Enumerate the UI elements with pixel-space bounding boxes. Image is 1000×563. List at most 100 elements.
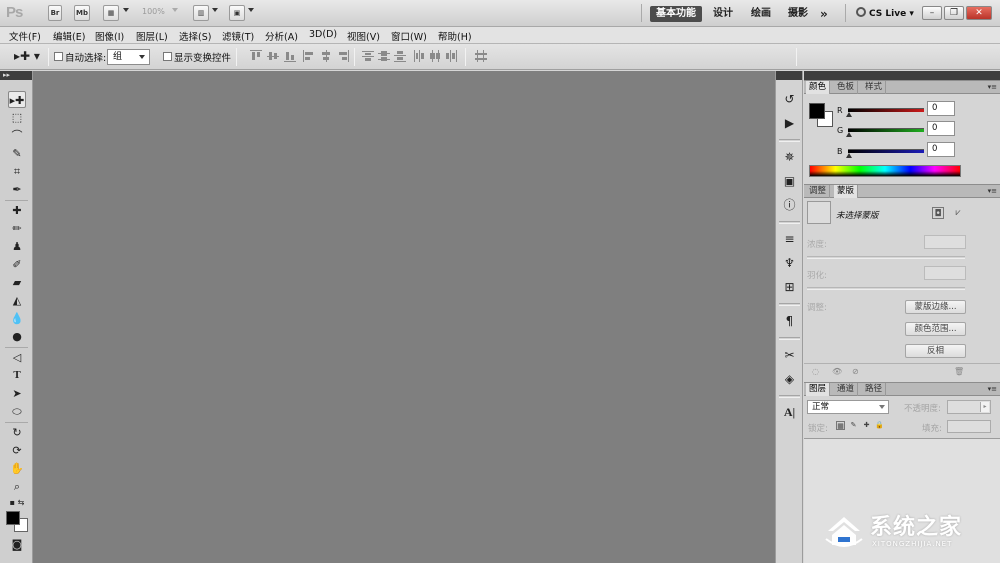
chevron-down-icon[interactable] [123, 8, 129, 12]
actions-panel-icon[interactable]: ▶ [781, 115, 798, 132]
menu-help[interactable]: 帮助(H) [438, 29, 472, 43]
blend-mode-dropdown[interactable]: 正常 [807, 400, 889, 414]
brush-presets-panel-icon[interactable]: ≡ [781, 231, 798, 248]
auto-select-checkbox[interactable] [54, 52, 63, 61]
workspace-photography[interactable]: 摄影 [788, 6, 808, 22]
color-range-button[interactable]: 颜色范围... [905, 322, 966, 336]
zoom-level[interactable]: 100% [142, 7, 165, 16]
workspace-painting[interactable]: 绘画 [751, 6, 771, 22]
lock-all-icon[interactable]: 🔒 [875, 421, 884, 430]
green-slider[interactable] [848, 128, 924, 132]
minibridge-button[interactable]: Mb [74, 5, 90, 21]
menu-file[interactable]: 文件(F) [9, 29, 41, 43]
tools-panel-icon[interactable]: ✂ [781, 347, 798, 364]
3d-orbit-tool-icon[interactable]: ⟳ [8, 442, 26, 459]
document-canvas-area[interactable] [33, 71, 775, 563]
tab-masks[interactable]: 蒙版 [834, 185, 859, 198]
workspace-essentials[interactable]: 基本功能 [650, 6, 702, 22]
apply-mask-icon[interactable]: 👁 [832, 367, 842, 376]
show-transform-checkbox[interactable] [163, 52, 172, 61]
distribute-horizontal-center-icon[interactable] [429, 50, 441, 62]
move-tool-icon[interactable]: ▸✚ [8, 91, 26, 108]
foreground-color-swatch[interactable] [809, 103, 825, 119]
chevron-down-icon[interactable] [212, 8, 218, 12]
mask-edge-button[interactable]: 蒙版边缘... [905, 300, 966, 314]
tab-paths[interactable]: 路径 [862, 383, 887, 396]
3d-panel-icon[interactable]: ✵ [781, 149, 798, 166]
swap-colors-icon[interactable]: ▪ ⇆ [8, 494, 26, 511]
tab-styles[interactable]: 样式 [862, 81, 887, 94]
move-tool-preset-icon[interactable]: ▸✚ ▾ [14, 49, 40, 63]
menu-window[interactable]: 窗口(W) [391, 29, 427, 43]
align-right-icon[interactable] [337, 50, 349, 62]
paragraph-panel-icon[interactable]: ¶ [781, 313, 798, 330]
eyedropper-tool-icon[interactable]: ✒ [8, 181, 26, 198]
tab-swatches[interactable]: 色板 [834, 81, 859, 94]
layer-comps-panel-icon[interactable]: ◈ [781, 371, 798, 388]
marquee-tool-icon[interactable]: ⬚ [8, 109, 26, 126]
zoom-tool-icon[interactable]: ⌕ [8, 478, 26, 495]
view-extras-button[interactable]: ▦ [103, 5, 119, 21]
distribute-left-icon[interactable] [413, 50, 425, 62]
quick-mask-icon[interactable]: ◙ [8, 536, 26, 553]
auto-align-layers-icon[interactable] [475, 50, 487, 62]
vector-mask-icon[interactable]: ⩗ [952, 207, 964, 219]
navigator-panel-icon[interactable]: ▣ [781, 173, 798, 190]
panel-menu-icon[interactable]: ▾≡ [988, 187, 997, 195]
menu-analysis[interactable]: 分析(A) [265, 29, 298, 43]
tab-channels[interactable]: 通道 [834, 383, 859, 396]
trash-icon[interactable]: 🗑 [954, 367, 964, 376]
distribute-top-icon[interactable] [362, 50, 374, 62]
align-bottom-icon[interactable] [284, 50, 296, 62]
quick-selection-tool-icon[interactable]: ✎ [8, 145, 26, 162]
slider-thumb[interactable] [846, 112, 852, 117]
clone-stamp-tool-icon[interactable]: ♟ [8, 238, 26, 255]
tab-adjustments[interactable]: 调整 [806, 185, 831, 198]
align-horizontal-center-icon[interactable] [320, 50, 332, 62]
slider-thumb[interactable] [846, 132, 852, 137]
foreground-color-swatch[interactable] [6, 511, 20, 525]
distribute-vertical-center-icon[interactable] [378, 50, 390, 62]
invert-button[interactable]: 反相 [905, 344, 966, 358]
workspace-design[interactable]: 设计 [713, 6, 733, 22]
arrange-documents-button[interactable]: ▥ [193, 5, 209, 21]
disable-mask-icon[interactable]: ⊘ [852, 367, 859, 376]
path-selection-tool-icon[interactable]: ➤ [8, 385, 26, 402]
chevron-down-icon[interactable] [172, 8, 178, 12]
bridge-button[interactable]: Br [48, 5, 62, 21]
history-brush-tool-icon[interactable]: ✐ [8, 256, 26, 273]
distribute-bottom-icon[interactable] [394, 50, 406, 62]
lock-position-icon[interactable]: ✚ [862, 421, 871, 430]
lock-pixels-icon[interactable]: ✎ [849, 421, 858, 430]
eraser-tool-icon[interactable]: ▰ [8, 274, 26, 291]
cs-live-button[interactable]: CS Live ▾ [856, 6, 914, 22]
panel-menu-icon[interactable]: ▾≡ [988, 385, 997, 393]
type-tool-icon[interactable]: T [8, 367, 26, 384]
brush-tool-icon[interactable]: ✏ [8, 220, 26, 237]
slider-thumb[interactable] [846, 153, 852, 158]
blue-value-field[interactable]: 0 [927, 142, 955, 157]
color-spectrum-ramp[interactable] [809, 165, 961, 177]
pixel-mask-icon[interactable]: ◘ [932, 207, 944, 219]
menu-edit[interactable]: 编辑(E) [53, 29, 85, 43]
tool-presets-panel-icon[interactable]: ⊞ [781, 279, 798, 296]
shape-tool-icon[interactable]: ⬭ [8, 403, 26, 420]
dodge-tool-icon[interactable]: ● [8, 328, 26, 345]
clone-source-panel-icon[interactable]: ♆ [781, 255, 798, 272]
healing-brush-tool-icon[interactable]: ✚ [8, 202, 26, 219]
tab-layers[interactable]: 图层 [806, 383, 831, 396]
close-button[interactable]: ✕ [966, 6, 992, 20]
panel-collapse-handle[interactable] [804, 71, 1000, 80]
info-panel-icon[interactable]: ⓘ [781, 197, 798, 214]
blue-slider[interactable] [848, 149, 924, 153]
distribute-right-icon[interactable] [445, 50, 457, 62]
green-value-field[interactable]: 0 [927, 121, 955, 136]
menu-filter[interactable]: 滤镜(T) [222, 29, 254, 43]
blur-tool-icon[interactable]: 💧 [8, 310, 26, 327]
crop-tool-icon[interactable]: ⌗ [8, 163, 26, 180]
align-vertical-center-icon[interactable] [267, 50, 279, 62]
minimize-button[interactable]: – [922, 6, 942, 20]
menu-view[interactable]: 视图(V) [347, 29, 380, 43]
paint-bucket-tool-icon[interactable]: ◭ [8, 292, 26, 309]
tab-color[interactable]: 颜色 [806, 81, 831, 94]
